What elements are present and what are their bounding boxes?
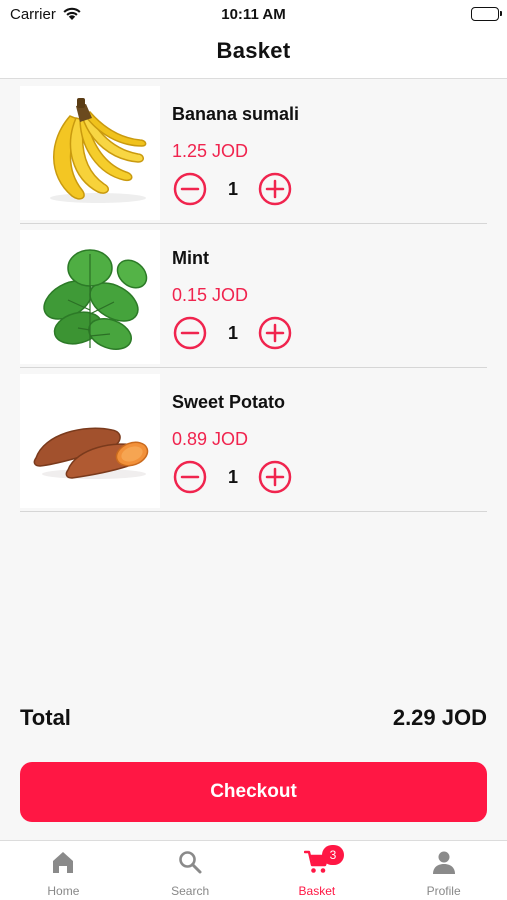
- item-price: 0.15 JOD: [172, 285, 249, 305]
- quantity-stepper: 1: [172, 171, 296, 207]
- total-value: 2.29 JOD: [392, 705, 487, 730]
- minus-circle-icon[interactable]: [173, 316, 207, 350]
- quantity-stepper: 1: [172, 315, 296, 351]
- tab-profile[interactable]: Profile: [380, 841, 507, 900]
- checkout-button[interactable]: Checkout: [20, 762, 487, 822]
- item-name: Sweet Potato: [172, 392, 286, 412]
- tab-label: Home: [47, 884, 80, 898]
- basket-item[interactable]: Mint 0.15 JOD 1: [20, 224, 487, 368]
- battery-icon: [471, 7, 502, 21]
- page-title: Basket: [216, 38, 291, 63]
- item-name: Mint: [172, 248, 209, 268]
- quantity-value: 1: [227, 323, 238, 343]
- sweet-potato-image: [20, 374, 160, 508]
- tab-search[interactable]: Search: [127, 841, 254, 900]
- quantity-value: 1: [227, 179, 238, 199]
- plus-circle-icon[interactable]: [258, 316, 292, 350]
- banana-image: [20, 86, 160, 220]
- minus-circle-icon[interactable]: [173, 172, 207, 206]
- tab-bar: Home Search Basket Profile: [0, 840, 507, 900]
- home-icon: [50, 849, 76, 875]
- plus-circle-icon[interactable]: [258, 172, 292, 206]
- mint-image: [20, 230, 160, 364]
- clock: 10:11 AM: [221, 6, 286, 23]
- item-price: 1.25 JOD: [172, 141, 249, 161]
- basket-item[interactable]: Banana sumali 1.25 JOD 1: [20, 80, 487, 224]
- minus-circle-icon[interactable]: [173, 460, 207, 494]
- status-bar: Carrier 10:11 AM: [0, 0, 507, 28]
- search-icon: [177, 849, 203, 875]
- tab-home[interactable]: Home: [0, 841, 127, 900]
- tab-basket[interactable]: Basket: [254, 841, 381, 900]
- basket-list: Banana sumali 1.25 JOD 1 Mint 0.15 JOD 1…: [20, 80, 487, 512]
- quantity-value: 1: [227, 467, 238, 487]
- navigation-bar: Basket: [0, 28, 507, 79]
- plus-circle-icon[interactable]: [258, 460, 292, 494]
- profile-icon: [431, 849, 457, 875]
- tab-label: Search: [171, 884, 210, 898]
- item-name: Banana sumali: [172, 104, 300, 124]
- tab-label: Profile: [426, 884, 461, 898]
- tab-label: Basket: [298, 884, 336, 898]
- quantity-stepper: 1: [172, 459, 296, 495]
- item-price: 0.89 JOD: [172, 429, 249, 449]
- total-label: Total: [20, 705, 71, 730]
- basket-item[interactable]: Sweet Potato 0.89 JOD 1: [20, 368, 487, 512]
- cart-count-badge: 3: [322, 845, 344, 865]
